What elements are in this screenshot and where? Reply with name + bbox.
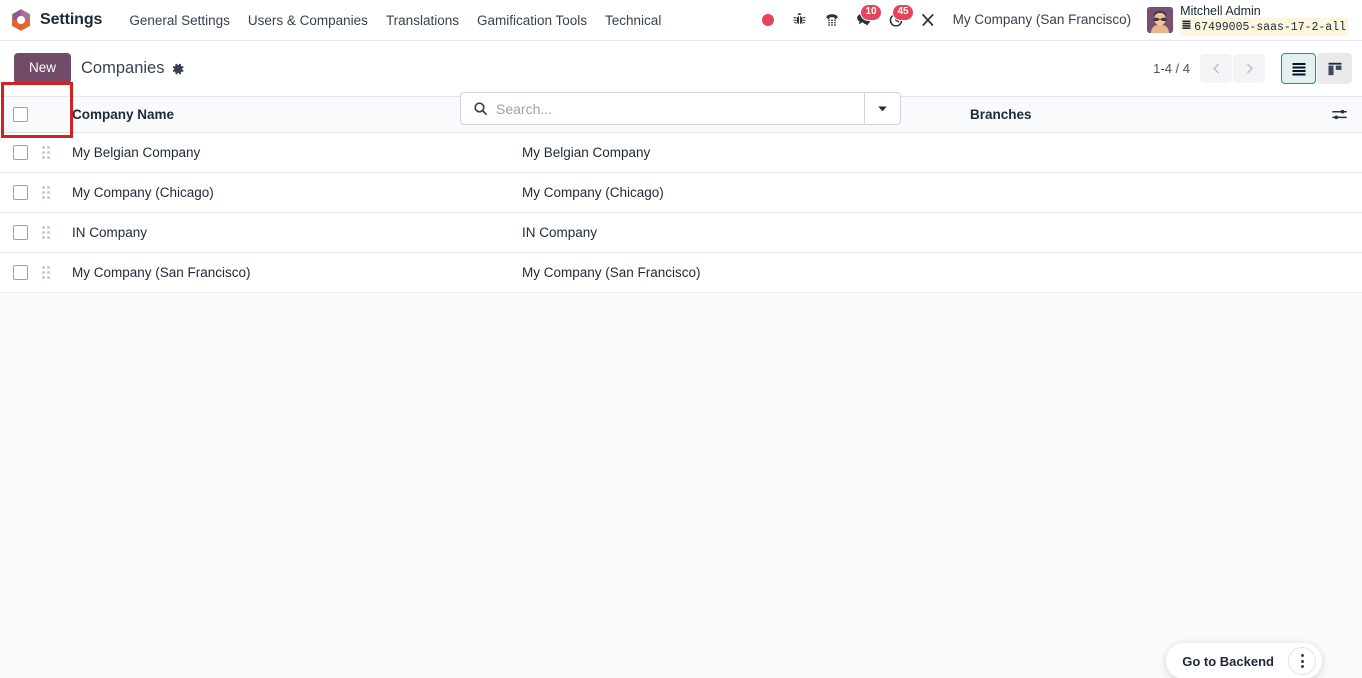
row-drag-cell xyxy=(42,132,72,173)
messages-badge: 10 xyxy=(860,3,882,21)
optional-columns-header xyxy=(1320,97,1362,133)
column-header-branches[interactable]: Branches xyxy=(970,97,1320,133)
cell-company-name: My Company (San Francisco) xyxy=(72,252,522,293)
row-select-cell xyxy=(0,212,42,253)
user-meta: Mitchell Admin 67499005-saas-17-2-all xyxy=(1180,4,1348,37)
row-checkbox[interactable] xyxy=(13,265,28,280)
menu-item-technical[interactable]: Technical xyxy=(596,9,670,32)
pager-previous-button[interactable] xyxy=(1200,54,1232,83)
database-name: 67499005-saas-17-2-all xyxy=(1194,20,1346,34)
select-all-checkbox[interactable] xyxy=(13,107,28,122)
avatar xyxy=(1147,6,1174,33)
search-dropdown-toggle[interactable] xyxy=(864,93,900,124)
menu-item-users-companies[interactable]: Users & Companies xyxy=(239,9,377,32)
page-title: Companies xyxy=(81,59,165,77)
breadcrumb: Companies xyxy=(81,59,185,78)
recording-indicator-icon[interactable] xyxy=(753,5,783,35)
odoo-logo-icon[interactable] xyxy=(8,7,34,33)
table-body: My Belgian Company My Belgian Company My… xyxy=(0,132,1362,293)
new-button[interactable]: New xyxy=(14,53,72,84)
go-to-backend-bar: Go to Backend xyxy=(1166,643,1322,678)
top-navbar: Settings General Settings Users & Compan… xyxy=(0,0,1362,41)
menu-item-general-settings[interactable]: General Settings xyxy=(120,9,239,32)
dialpad-phone-icon[interactable] xyxy=(817,5,847,35)
cell-partner: My Belgian Company xyxy=(522,132,970,173)
pager-range: 1-4 / 4 xyxy=(1153,61,1190,76)
cell-optional xyxy=(1320,252,1362,293)
cell-company-name: My Belgian Company xyxy=(72,132,522,173)
search-input[interactable] xyxy=(496,100,856,117)
cell-optional xyxy=(1320,212,1362,253)
gear-icon[interactable] xyxy=(171,62,185,76)
sliders-icon[interactable] xyxy=(1320,107,1352,122)
pager-next-button[interactable] xyxy=(1233,54,1265,83)
developer-tools-icon[interactable] xyxy=(913,5,943,35)
control-panel-right: 1-4 / 4 xyxy=(1153,53,1352,84)
row-checkbox[interactable] xyxy=(13,225,28,240)
row-select-cell xyxy=(0,132,42,173)
cell-optional xyxy=(1320,132,1362,173)
companies-table: Company Name Partner Branches xyxy=(0,97,1362,293)
cell-branches xyxy=(970,212,1320,253)
database-indicator: 67499005-saas-17-2-all xyxy=(1180,17,1348,37)
table-row[interactable]: My Belgian Company My Belgian Company xyxy=(0,132,1362,173)
row-drag-cell xyxy=(42,252,72,293)
search-icon xyxy=(473,101,488,116)
go-to-backend-button[interactable]: Go to Backend xyxy=(1170,648,1286,675)
search-bar xyxy=(460,92,901,125)
search-input-wrap xyxy=(461,93,864,124)
menu-item-gamification-tools[interactable]: Gamification Tools xyxy=(468,9,596,32)
user-name: Mitchell Admin xyxy=(1180,3,1261,18)
drag-handle-icon[interactable] xyxy=(42,146,50,159)
bug-icon[interactable] xyxy=(785,5,815,35)
user-menu[interactable]: Mitchell Admin 67499005-saas-17-2-all xyxy=(1141,3,1352,38)
select-all-header xyxy=(0,97,42,133)
row-checkbox[interactable] xyxy=(13,185,28,200)
view-switcher xyxy=(1281,53,1352,84)
list-view-button[interactable] xyxy=(1281,53,1316,84)
drag-handle-icon[interactable] xyxy=(42,266,50,279)
row-drag-cell xyxy=(42,212,72,253)
control-panel: New Companies 1-4 / 4 xyxy=(0,41,1362,138)
activities-badge: 45 xyxy=(892,3,914,21)
table-row[interactable]: IN Company IN Company xyxy=(0,212,1362,253)
cell-company-name: My Company (Chicago) xyxy=(72,172,522,213)
page-body: New Companies 1-4 / 4 Search... Company … xyxy=(0,41,1362,678)
drag-handle-icon[interactable] xyxy=(42,186,50,199)
cell-partner: IN Company xyxy=(522,212,970,253)
row-select-cell xyxy=(0,172,42,213)
cell-optional xyxy=(1320,172,1362,213)
database-icon xyxy=(1182,18,1191,36)
messages-icon[interactable]: 10 xyxy=(849,3,882,35)
column-header-company-name[interactable]: Company Name xyxy=(72,97,522,133)
row-checkbox[interactable] xyxy=(13,145,28,160)
row-select-cell xyxy=(0,252,42,293)
app-name[interactable]: Settings xyxy=(40,11,102,29)
control-panel-left: New Companies xyxy=(0,53,185,84)
cell-partner: My Company (Chicago) xyxy=(522,172,970,213)
navbar-systray: 10 45 My Company (San Francisco) Mitchel… xyxy=(753,3,1352,38)
cell-company-name: IN Company xyxy=(72,212,522,253)
cell-branches xyxy=(970,252,1320,293)
cell-partner: My Company (San Francisco) xyxy=(522,252,970,293)
cell-branches xyxy=(970,172,1320,213)
activities-clock-icon[interactable]: 45 xyxy=(881,3,914,35)
menu-item-translations[interactable]: Translations xyxy=(377,9,468,32)
table-row[interactable]: My Company (San Francisco) My Company (S… xyxy=(0,252,1362,293)
cell-branches xyxy=(970,132,1320,173)
row-drag-cell xyxy=(42,172,72,213)
table-row[interactable]: My Company (Chicago) My Company (Chicago… xyxy=(0,172,1362,213)
drag-handle-icon[interactable] xyxy=(42,226,50,239)
companies-list: Company Name Partner Branches xyxy=(0,96,1362,293)
drag-handle-header xyxy=(42,97,72,133)
vertical-dots-icon[interactable] xyxy=(1288,647,1316,675)
active-company-selector[interactable]: My Company (San Francisco) xyxy=(945,8,1140,31)
pager-buttons xyxy=(1200,54,1265,83)
kanban-view-button[interactable] xyxy=(1317,53,1352,84)
